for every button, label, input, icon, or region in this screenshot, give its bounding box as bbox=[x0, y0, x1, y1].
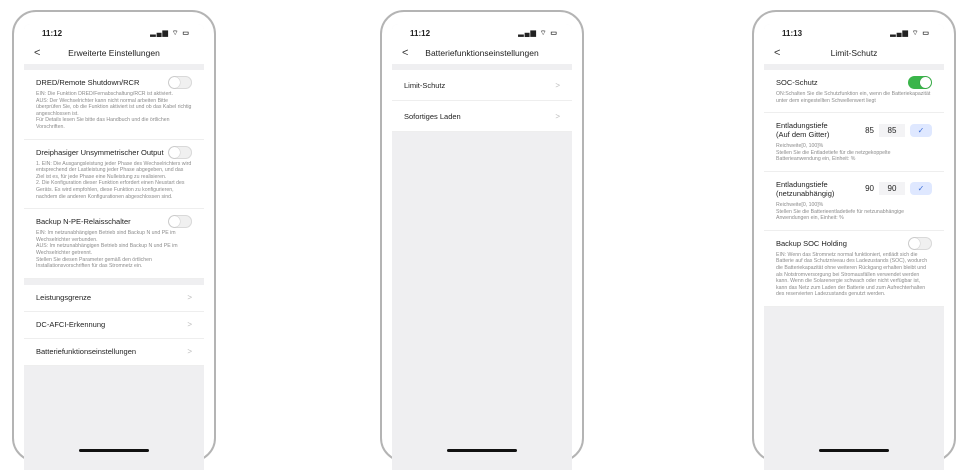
nav-item-dc-afci[interactable]: DC-AFCI-Erkennung > bbox=[24, 311, 204, 339]
nav-bar: < Limit-Schutz bbox=[764, 42, 944, 64]
setting-three-phase-description: 1. EIN: Die Ausgangsleistung jeder Phase… bbox=[36, 160, 192, 200]
nav-item-label: DC-AFCI-Erkennung bbox=[36, 320, 106, 330]
npe-relay-toggle[interactable] bbox=[168, 215, 192, 229]
status-bar: 11:12 ▂▄▆ ⌔ ▭ bbox=[24, 24, 204, 42]
three-phase-toggle[interactable] bbox=[168, 145, 192, 159]
setting-three-phase: Dreiphasiger Unsymmetrischer Output 1. E… bbox=[24, 140, 204, 210]
depth-off-grid-description: Reichweite[0, 100]% Stellen Sie die Batt… bbox=[776, 201, 905, 222]
setting-dred: DRED/Remote Shutdown/RCR EIN: Die Funkti… bbox=[24, 70, 204, 140]
signal-wifi-battery-icon: ▂▄▆ ⌔ ▭ bbox=[890, 29, 930, 37]
depth-on-grid-values: 85 85 ✓ bbox=[865, 123, 932, 137]
page-title: Limit-Schutz bbox=[830, 48, 878, 58]
back-arrow-icon[interactable]: < bbox=[402, 47, 408, 59]
confirm-check-icon[interactable]: ✓ bbox=[910, 123, 932, 137]
nav-item-sofortiges-laden[interactable]: Sofortiges Laden > bbox=[392, 101, 572, 132]
home-indicator[interactable] bbox=[79, 449, 149, 452]
phone-screen: 11:13 ▂▄▆ ⌔ ▭ < Limit-Schutz SOC-Schutz … bbox=[764, 24, 944, 470]
backup-soc-description: EIN: Wenn das Stromnetz normal funktioni… bbox=[776, 251, 928, 298]
depth-on-grid-description: Reichweite[0, 100]% Stellen Sie die Entl… bbox=[776, 143, 891, 163]
chevron-right-icon: > bbox=[187, 320, 192, 330]
backup-soc-toggle[interactable] bbox=[908, 236, 932, 250]
chevron-right-icon: > bbox=[555, 80, 560, 90]
nav-item-leistungsgrenze[interactable]: Leistungsgrenze > bbox=[24, 284, 204, 312]
confirm-check-icon[interactable]: ✓ bbox=[910, 182, 932, 196]
toggle-knob bbox=[169, 216, 180, 228]
toggle-knob bbox=[909, 237, 920, 249]
toggle-knob bbox=[169, 77, 180, 88]
status-time: 11:13 bbox=[782, 28, 803, 38]
phone-frame-advanced-settings: 11:12 ▂▄▆ ⌔ ▭ < Erweiterte Einstellungen… bbox=[12, 10, 216, 470]
nav-items-list: Limit-Schutz > Sofortiges Laden > bbox=[392, 70, 572, 132]
back-arrow-icon[interactable]: < bbox=[34, 47, 40, 59]
depth-on-grid-row: Entladungstiefe (Auf dem Gitter) 85 85 ✓ bbox=[776, 121, 932, 139]
status-bar: 11:12 ▂▄▆ ⌔ ▭ bbox=[392, 24, 572, 42]
toggle-knob bbox=[920, 77, 931, 88]
setting-npe-relay: Backup N-PE-Relaisschalter EIN: Im netzu… bbox=[24, 209, 204, 279]
depth-off-grid-input[interactable]: 90 bbox=[879, 182, 905, 196]
page-title: Erweiterte Einstellungen bbox=[68, 48, 160, 58]
nav-item-label: Batteriefunktionseinstellungen bbox=[36, 347, 137, 357]
signal-wifi-battery-icon: ▂▄▆ ⌔ ▭ bbox=[518, 29, 558, 37]
home-indicator[interactable] bbox=[819, 449, 889, 452]
setting-soc-description: ON:Schalten Sie die Schutzfunktion ein, … bbox=[776, 91, 931, 104]
nav-item-label: Limit-Schutz bbox=[404, 80, 446, 90]
depth-off-grid-title: Entladungstiefe (netzunabhängig) bbox=[776, 179, 835, 198]
phone-screen: 11:12 ▂▄▆ ⌔ ▭ < Batteriefunktionseinstel… bbox=[392, 24, 572, 470]
setting-dred-description: EIN: Die Funktion DRED/Fernabschaltung/R… bbox=[36, 91, 192, 130]
setting-soc-protection: SOC-Schutz ON:Schalten Sie die Schutzfun… bbox=[764, 70, 944, 114]
phone-screen: 11:12 ▂▄▆ ⌔ ▭ < Erweiterte Einstellungen… bbox=[24, 24, 204, 470]
status-time: 11:12 bbox=[410, 28, 431, 38]
depth-on-grid-current-value: 85 bbox=[865, 125, 874, 135]
chevron-right-icon: > bbox=[555, 111, 560, 121]
nav-items-list: Leistungsgrenze > DC-AFCI-Erkennung > Ba… bbox=[24, 284, 204, 366]
phone-frame-limit-protection: 11:13 ▂▄▆ ⌔ ▭ < Limit-Schutz SOC-Schutz … bbox=[752, 10, 956, 470]
status-bar: 11:13 ▂▄▆ ⌔ ▭ bbox=[764, 24, 944, 42]
nav-item-label: Sofortiges Laden bbox=[404, 111, 461, 121]
home-indicator[interactable] bbox=[447, 449, 517, 452]
limit-protection-settings: SOC-Schutz ON:Schalten Sie die Schutzfun… bbox=[764, 70, 944, 307]
depth-on-grid-title: Entladungstiefe (Auf dem Gitter) bbox=[776, 121, 830, 140]
depth-off-grid-row: Entladungstiefe (netzunabhängig) 90 90 ✓ bbox=[776, 180, 932, 198]
depth-on-grid-input[interactable]: 85 bbox=[879, 123, 905, 137]
nav-item-limit-schutz[interactable]: Limit-Schutz > bbox=[392, 70, 572, 101]
nav-item-label: Leistungsgrenze bbox=[36, 293, 92, 303]
setting-npe-relay-description: EIN: Im netzunabhängigen Betrieb sind Ba… bbox=[36, 230, 178, 270]
signal-wifi-battery-icon: ▂▄▆ ⌔ ▭ bbox=[150, 29, 190, 37]
phone-frame-battery-functions: 11:12 ▂▄▆ ⌔ ▭ < Batteriefunktionseinstel… bbox=[380, 10, 584, 470]
chevron-right-icon: > bbox=[187, 293, 192, 303]
chevron-right-icon: > bbox=[187, 347, 192, 357]
back-arrow-icon[interactable]: < bbox=[774, 47, 780, 59]
depth-off-grid-values: 90 90 ✓ bbox=[865, 182, 932, 196]
setting-depth-on-grid: Entladungstiefe (Auf dem Gitter) 85 85 ✓… bbox=[764, 113, 944, 172]
toggle-knob bbox=[169, 146, 180, 158]
nav-item-battery-functions[interactable]: Batteriefunktionseinstellungen > bbox=[24, 338, 204, 366]
setting-backup-soc-holding: Backup SOC Holding EIN: Wenn das Stromne… bbox=[764, 231, 944, 307]
setting-depth-off-grid: Entladungstiefe (netzunabhängig) 90 90 ✓… bbox=[764, 172, 944, 231]
nav-bar: < Batteriefunktionseinstellungen bbox=[392, 42, 572, 64]
status-time: 11:12 bbox=[42, 28, 63, 38]
soc-protection-toggle[interactable] bbox=[908, 76, 932, 89]
nav-bar: < Erweiterte Einstellungen bbox=[24, 42, 204, 64]
dred-toggle[interactable] bbox=[168, 76, 192, 89]
toggle-settings-list: DRED/Remote Shutdown/RCR EIN: Die Funkti… bbox=[24, 70, 204, 279]
page-title: Batteriefunktionseinstellungen bbox=[425, 48, 539, 58]
depth-off-grid-current-value: 90 bbox=[865, 184, 874, 194]
